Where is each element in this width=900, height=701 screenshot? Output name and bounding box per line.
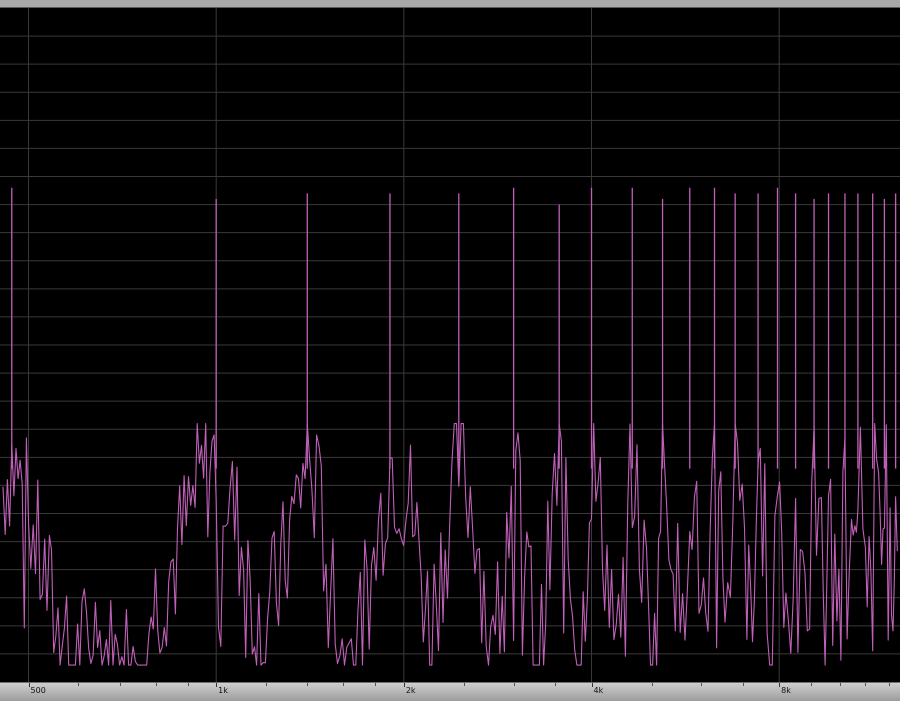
axis-major-tick	[216, 683, 218, 687]
axis-minor-tick	[265, 683, 267, 686]
axis-minor-tick	[375, 683, 377, 686]
x-tick-label: 8k	[781, 686, 791, 695]
axis-minor-tick	[839, 683, 841, 686]
axis-minor-tick	[307, 683, 309, 686]
axis-minor-tick	[77, 683, 79, 686]
x-tick-label: 2k	[405, 686, 416, 695]
axis-minor-tick	[155, 683, 157, 686]
axis-major-tick	[779, 683, 781, 687]
spectrum-plot	[0, 8, 900, 682]
axis-major-tick	[403, 683, 405, 687]
horizontal-gridlines	[0, 35, 900, 655]
axis-minor-tick	[888, 683, 890, 686]
noise-floor-trace	[2, 423, 898, 666]
axis-minor-tick	[119, 683, 121, 686]
axis-minor-tick	[651, 683, 653, 686]
axis-major-tick	[591, 683, 593, 687]
axis-minor-tick	[513, 683, 515, 686]
axis-minor-tick	[343, 683, 345, 686]
top-frame-bar	[0, 0, 900, 8]
x-tick-label: 1k	[218, 686, 228, 695]
axis-minor-tick	[743, 683, 745, 686]
axis-minor-tick	[811, 683, 813, 686]
x-tick-label: 500	[30, 686, 46, 695]
spectrum-analyzer-window: 500 1k 2k 4k 8k	[0, 0, 900, 701]
axis-minor-tick	[464, 683, 466, 686]
axis-minor-tick	[187, 683, 189, 686]
axis-minor-tick	[555, 683, 557, 686]
x-tick-label: 4k	[593, 686, 604, 695]
axis-major-tick	[28, 683, 30, 687]
noise-floor-line	[2, 423, 898, 666]
axis-minor-tick	[701, 683, 703, 686]
frequency-axis: 500 1k 2k 4k 8k	[0, 682, 900, 701]
axis-minor-tick	[865, 683, 867, 686]
